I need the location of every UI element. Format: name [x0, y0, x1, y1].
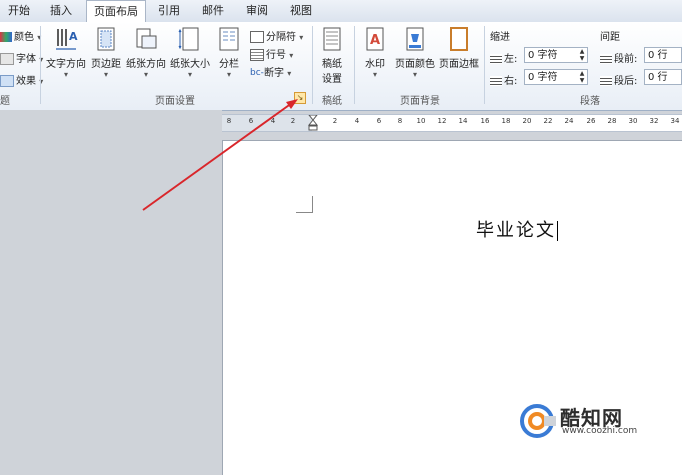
watermark-url: www.coozhi.com	[562, 426, 638, 436]
watermark-logo-icon	[520, 404, 556, 438]
site-watermark: 酷知网 www.coozhi.com	[520, 402, 670, 440]
